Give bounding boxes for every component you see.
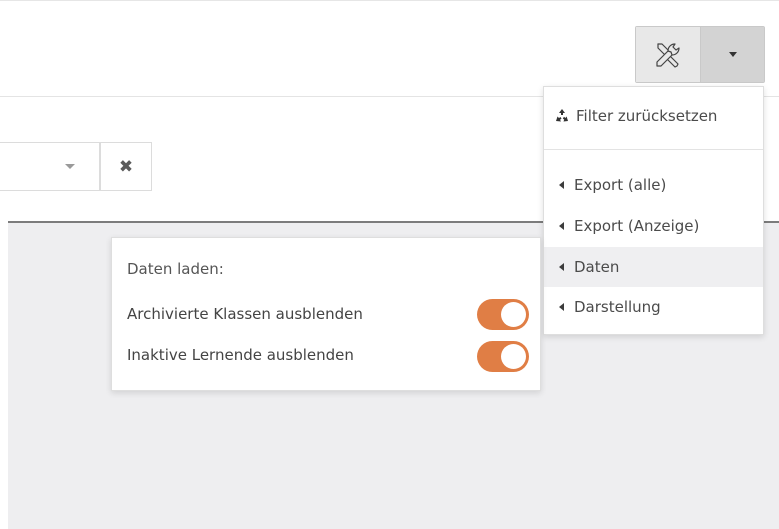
menu-item-reset-filter[interactable]: Filter zurücksetzen (544, 96, 763, 136)
filter-select[interactable] (0, 142, 100, 191)
toggle-inactive-learners[interactable] (477, 341, 529, 372)
caret-left-icon (559, 263, 564, 271)
caret-down-icon (728, 52, 737, 57)
clear-filter-button[interactable]: ✖ (100, 142, 152, 191)
menu-divider (544, 149, 763, 150)
toggle-archived-classes[interactable] (477, 299, 529, 330)
menu-item-label: Daten (574, 258, 620, 276)
tools-dropdown-toggle[interactable] (701, 27, 764, 82)
recycle-icon (554, 108, 570, 124)
menu-item-label: Filter zurücksetzen (576, 107, 718, 125)
menu-item-label: Darstellung (574, 298, 661, 316)
tools-dropdown-menu: Filter zurücksetzen Export (alle) Export… (543, 86, 764, 335)
menu-item-label: Export (Anzeige) (574, 217, 700, 235)
tools-button[interactable] (636, 27, 701, 82)
menu-item-export-all[interactable]: Export (alle) (544, 165, 763, 205)
option-label-archived-classes: Archivierte Klassen ausblenden (127, 305, 363, 323)
menu-item-export-view[interactable]: Export (Anzeige) (544, 206, 763, 246)
caret-left-icon (559, 303, 564, 311)
panel-title: Daten laden: (127, 260, 224, 278)
top-bar (0, 0, 779, 97)
close-icon: ✖ (118, 156, 134, 177)
caret-left-icon (559, 181, 564, 189)
caret-left-icon (559, 222, 564, 230)
option-label-inactive-learners: Inaktive Lernende ausblenden (127, 346, 354, 364)
tools-button-group (635, 26, 765, 83)
menu-item-daten[interactable]: Daten (544, 247, 763, 287)
menu-item-label: Export (alle) (574, 176, 667, 194)
toggle-knob (501, 302, 526, 327)
tools-icon (656, 42, 680, 68)
menu-item-darstellung[interactable]: Darstellung (544, 287, 763, 327)
daten-submenu-panel: Daten laden: Archivierte Klassen ausblen… (111, 237, 541, 391)
select-caret-icon (65, 164, 75, 169)
toggle-knob (501, 344, 526, 369)
